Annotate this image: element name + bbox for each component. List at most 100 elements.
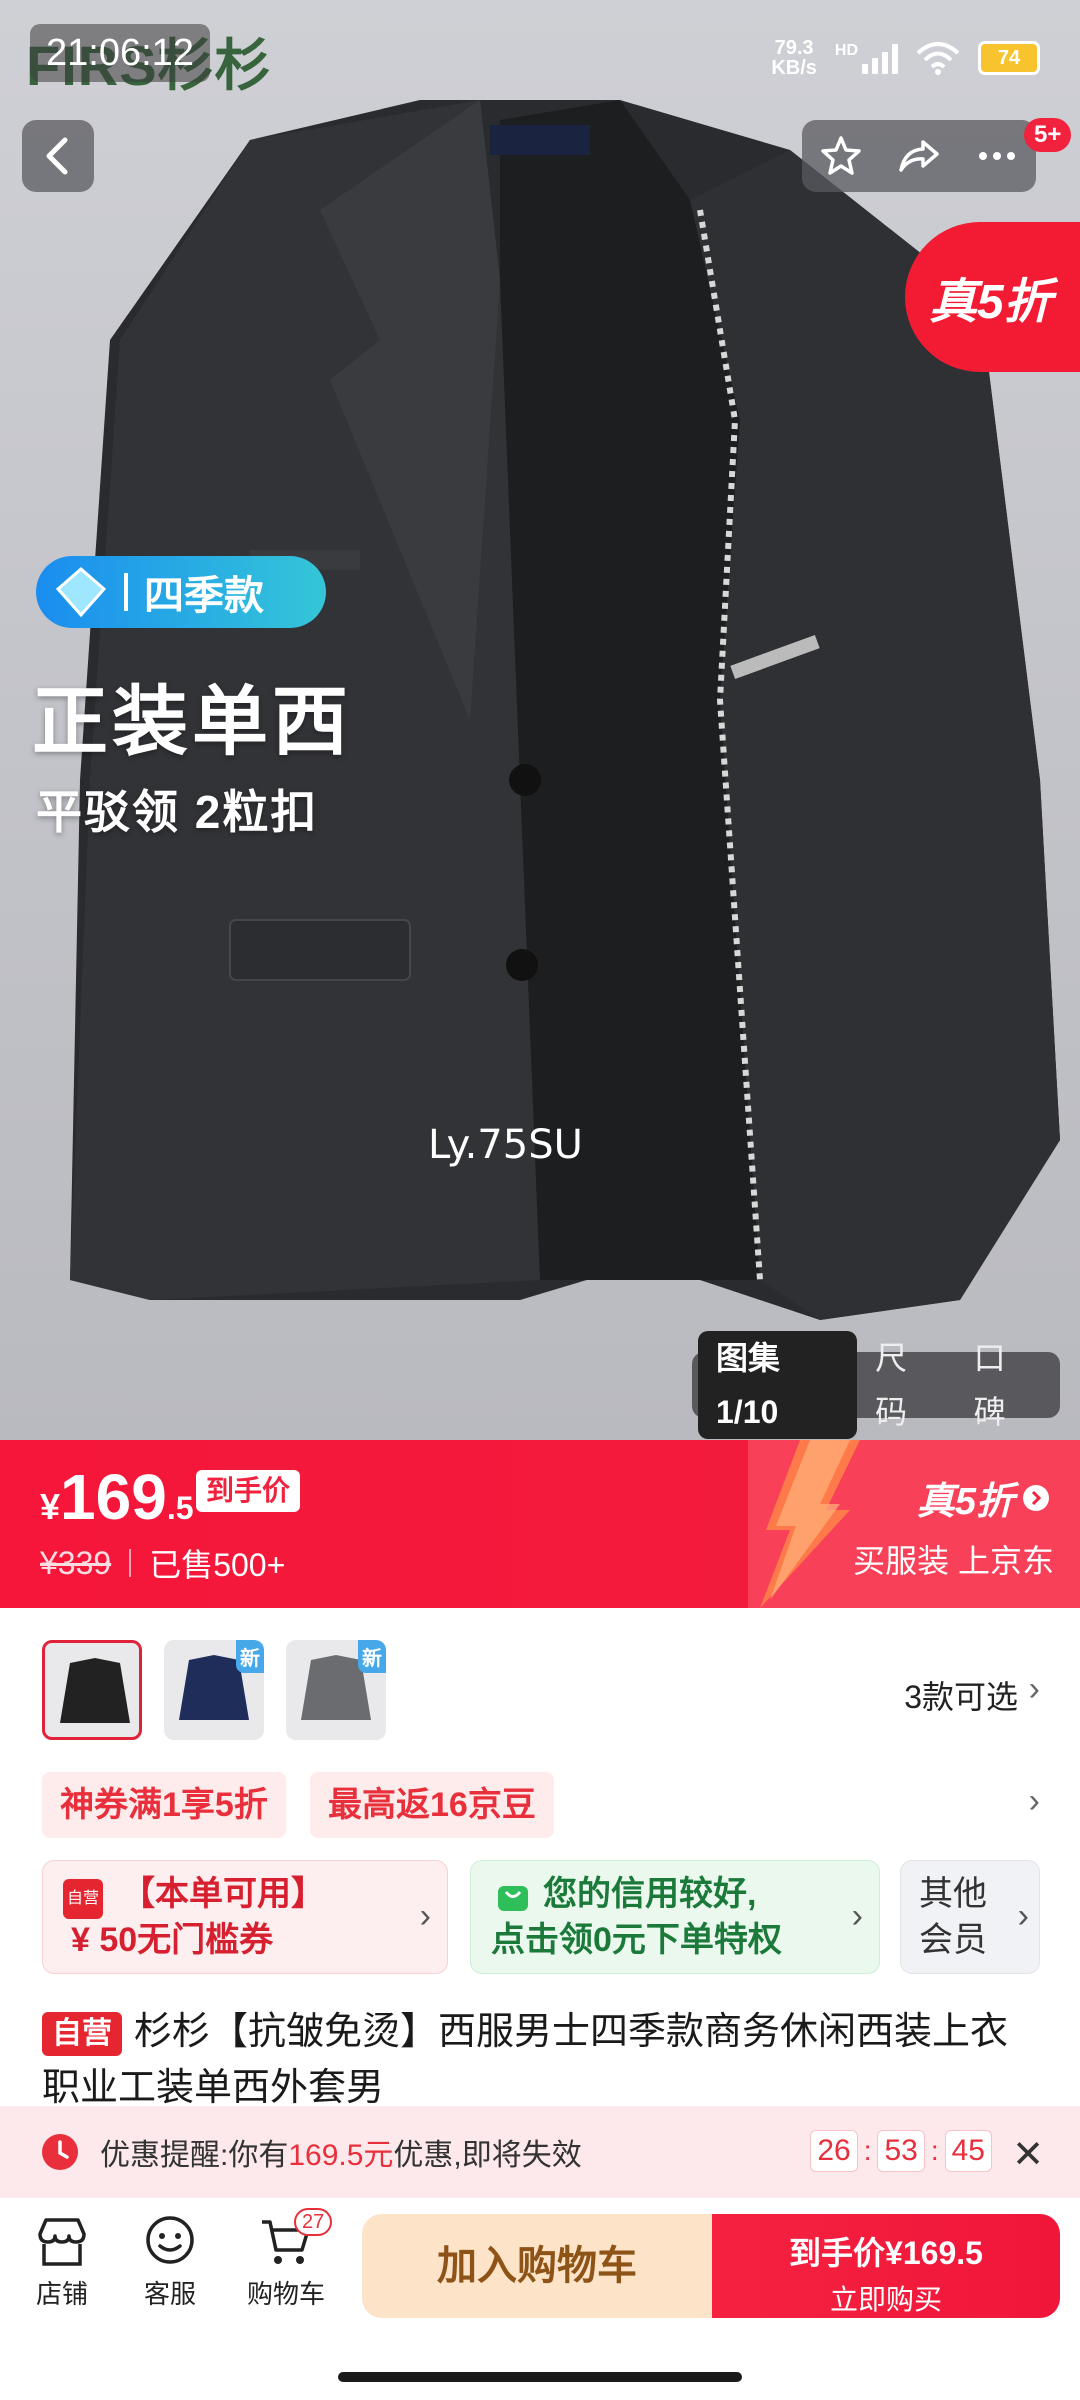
- reminder-suffix: 优惠,即将失效: [393, 2139, 582, 2172]
- benefit-cards: 自营 【本单可用】 ¥ 50无门槛券 › 您的信用较好, 点击领0元下单特权 ›…: [0, 1856, 1080, 1986]
- member-benefit-card[interactable]: 其他 会员 ›: [900, 1860, 1040, 1974]
- currency-symbol: ¥: [40, 1486, 61, 1527]
- variant-thumb-black[interactable]: [42, 1640, 142, 1740]
- credit-line-2: 点击领0元下单特权: [491, 1921, 782, 1959]
- signal-icon: HD: [835, 42, 898, 74]
- cart-button[interactable]: 27 购物车: [236, 2208, 336, 2311]
- price-integer: 169: [60, 1461, 167, 1533]
- status-bar-icons: 79.3 KB/s HD 74: [771, 28, 1040, 88]
- hero-title: 正装单西: [32, 680, 352, 765]
- home-indicator[interactable]: [338, 2372, 742, 2382]
- member-line-1: 其他: [919, 1875, 987, 1913]
- buy-now-price: 到手价¥169.5: [789, 2235, 983, 2271]
- coupon-benefit-card[interactable]: 自营 【本单可用】 ¥ 50无门槛券 ›: [42, 1860, 448, 1974]
- product-title[interactable]: 自营 杉杉【抗皱免烫】西服男士四季款商务休闲西装上衣职业工装单西外套男: [42, 2004, 1042, 2106]
- more-icon[interactable]: [975, 134, 1019, 178]
- discount-reminder[interactable]: 优惠提醒:你有169.5元优惠,即将失效 26 : 53 : 45 ✕: [0, 2106, 1080, 2198]
- promo-title-text: 真5折: [916, 1481, 1014, 1523]
- product-title-block: 自营 杉杉【抗皱免烫】西服男士四季款商务休闲西装上衣职业工装单西外套男: [0, 1986, 1080, 2106]
- gesture-bar-area: [0, 2328, 1080, 2400]
- countdown-hours: 26: [810, 2130, 858, 2172]
- variant-count[interactable]: 3款可选: [904, 1672, 1018, 1718]
- status-time: 21:06:12: [30, 24, 210, 82]
- chevron-right-icon[interactable]: ›: [1029, 1670, 1040, 1709]
- season-badge-label: 四季款: [144, 574, 264, 618]
- reminder-prefix: 优惠提醒:你有: [100, 2139, 289, 2172]
- colon: :: [930, 2135, 939, 2166]
- clock-icon: [42, 2134, 78, 2170]
- price-bar: ¥ 169 .5 到手价 ¥339 已售500+ 真5折 买服装 上京东: [0, 1440, 1080, 1608]
- jacket-thumbnail: [60, 1658, 130, 1723]
- credit-line-1: 您的信用较好,: [543, 1875, 757, 1913]
- customer-service-icon: [146, 2216, 194, 2264]
- chevron-right-icon: ›: [419, 1897, 431, 1935]
- chevron-right-icon: ›: [1017, 1897, 1029, 1935]
- countdown-timer: 26 : 53 : 45: [810, 2130, 992, 2172]
- coupon-row[interactable]: 神券满1享5折 最高返16京豆 ›: [0, 1756, 1080, 1856]
- coupon-title: 【本单可用】: [121, 1875, 325, 1913]
- reminder-amount: 169.5元: [288, 2139, 394, 2172]
- cart-label: 购物车: [246, 2279, 325, 2309]
- network-speed: 79.3 KB/s: [771, 38, 817, 78]
- promo-title[interactable]: 真5折: [917, 1470, 1050, 1525]
- new-badge: 新: [236, 1640, 264, 1673]
- tab-gallery[interactable]: 图集1/10: [698, 1331, 858, 1439]
- credit-benefit-card[interactable]: 您的信用较好, 点击领0元下单特权 ›: [470, 1860, 880, 1974]
- cart-count-badge: 27: [294, 2208, 333, 2236]
- top-action-bar: [802, 120, 1036, 192]
- network-type: HD: [834, 42, 858, 59]
- add-to-cart-button[interactable]: 加入购物车: [362, 2214, 712, 2318]
- message-badge: 5+: [1024, 118, 1072, 152]
- back-button[interactable]: [22, 120, 94, 192]
- final-price-tag: 到手价: [196, 1470, 301, 1512]
- store-label: 店铺: [35, 2279, 88, 2309]
- original-price: ¥339: [40, 1544, 112, 1581]
- tab-reviews[interactable]: 口碑: [956, 1331, 1054, 1439]
- member-line-2: 会员: [919, 1921, 987, 1959]
- sold-count: 已售500+: [149, 1547, 286, 1583]
- service-button[interactable]: 客服: [120, 2216, 220, 2311]
- product-image-gallery[interactable]: FIRS杉杉 21:06:12 79.3 KB/s HD 74: [0, 0, 1080, 1440]
- coupon-chip[interactable]: 神券满1享5折: [42, 1772, 286, 1838]
- reminder-text: 优惠提醒:你有169.5元优惠,即将失效: [100, 2130, 582, 2174]
- chevron-right-icon[interactable]: ›: [1029, 1782, 1040, 1821]
- diamond-icon: [46, 557, 116, 627]
- coupon-chip[interactable]: 最高返16京豆: [310, 1772, 554, 1838]
- battery-level: 74: [997, 47, 1021, 69]
- star-icon[interactable]: [819, 134, 863, 178]
- close-icon[interactable]: ✕: [1012, 2132, 1044, 2177]
- coupon-value: ¥ 50无门槛券: [71, 1921, 274, 1959]
- colon: :: [863, 2135, 872, 2166]
- wifi-icon: [916, 42, 960, 75]
- variant-thumb-navy[interactable]: 新: [164, 1640, 264, 1740]
- gallery-tabs: 图集1/10 尺码 口碑: [692, 1331, 1060, 1439]
- divider: [129, 1549, 132, 1577]
- discount-ribbon[interactable]: 真5折: [905, 222, 1080, 372]
- season-badge: 四季款: [36, 556, 326, 628]
- store-button[interactable]: 店铺: [12, 2216, 112, 2311]
- network-speed-unit: KB/s: [771, 57, 817, 79]
- variant-thumb-gray[interactable]: 新: [286, 1640, 386, 1740]
- battery-icon: 74: [978, 41, 1040, 75]
- final-price: ¥ 169 .5: [40, 1460, 194, 1534]
- price-meta: ¥339 已售500+: [40, 1540, 285, 1586]
- network-speed-value: 79.3: [774, 37, 814, 59]
- chevron-left-icon: [46, 137, 68, 175]
- buy-now-label: 立即购买: [829, 2284, 942, 2315]
- countdown-minutes: 53: [877, 2130, 925, 2172]
- bottom-action-bar: 店铺 客服 27 购物车 加入购物车 到手价¥169.5 立即购买: [0, 2198, 1080, 2328]
- badge-separator: [124, 573, 128, 611]
- share-icon[interactable]: [897, 134, 941, 178]
- tab-size[interactable]: 尺码: [857, 1331, 955, 1439]
- promo-subtitle: 买服装 上京东: [853, 1543, 1054, 1579]
- buy-now-button[interactable]: 到手价¥169.5 立即购买: [712, 2214, 1060, 2318]
- chevron-circle-icon: [1023, 1484, 1049, 1511]
- variant-selector: 新 新 3款可选 ›: [0, 1608, 1080, 1756]
- store-icon: [38, 2218, 86, 2266]
- price-decimal: .5: [166, 1490, 194, 1526]
- chevron-right-icon: ›: [851, 1897, 863, 1935]
- countdown-seconds: 45: [944, 2130, 992, 2172]
- self-operated-tag: 自营: [42, 2011, 122, 2056]
- lightning-icon: [760, 1440, 860, 1608]
- service-label: 客服: [143, 2279, 196, 2309]
